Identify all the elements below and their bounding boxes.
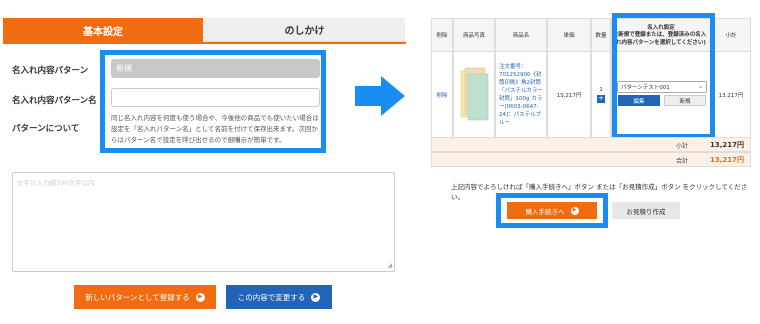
unit-price: 13,217円 [547,52,591,138]
header-subtotal: 小計 [711,18,751,52]
header-delete: 削除 [431,18,453,52]
label-pattern: 名入れ内容パターン [12,66,89,76]
textarea-placeholder: 文字以入力欄100文字以内 [17,179,95,187]
change-pattern-button[interactable]: この内容で変更する ▶ [226,285,332,309]
qty-cell: 1 + [591,52,611,138]
chevron-right-icon: ▶ [311,292,321,302]
subtotal-row: 小計 13,217円 [431,137,751,152]
delete-link[interactable]: 削除 [431,52,453,138]
header-unit-price: 単価 [547,18,591,52]
highlight-box-right [612,13,715,139]
header-photo: 商品写真 [453,18,495,52]
tab-underline [3,42,406,44]
qty-value: 1 [599,86,603,93]
label-about-pattern: パターンについて [12,124,80,134]
subtotal-value: 13,217円 [709,141,744,149]
resize-handle-icon[interactable]: ◢ [387,262,392,269]
header-qty: 数量 [591,18,611,52]
naire-textarea[interactable]: 文字以入力欄100文字以内 ◢ [12,172,395,272]
label-pattern-name: 名入れ内容パターン名 [12,96,97,106]
tab-basic-settings[interactable]: 基本設定 [3,18,203,42]
subtotal-label: 小計 [675,143,688,150]
product-image [460,67,489,120]
total-value: 13,217円 [709,156,744,164]
product-name-link[interactable]: 注文番号：701252900《封筒印刷》角2封筒「パステルカラー封筒」100g … [495,52,547,138]
highlight-box-left [100,50,326,153]
total-row: 合計 13,217円 [431,152,751,167]
product-photo [453,52,495,138]
highlight-box-checkout [496,193,608,228]
row-subtotal: 13,217円 [711,52,751,138]
tab-noshi[interactable]: のしかけ [204,18,405,42]
register-new-pattern-button[interactable]: 新しいパターンとして登録する ▶ [74,285,216,309]
header-name: 商品名 [495,18,547,52]
change-pattern-label: この内容で変更する [237,292,306,302]
plus-icon[interactable]: + [597,94,605,103]
arrow-head-icon [381,76,405,116]
total-label: 合計 [675,158,688,165]
arrow-right-icon [355,86,383,106]
register-new-pattern-label: 新しいパターンとして登録する [85,292,190,302]
chevron-right-icon: ▶ [195,292,205,302]
estimate-button[interactable]: お見積り作成 [612,202,680,219]
